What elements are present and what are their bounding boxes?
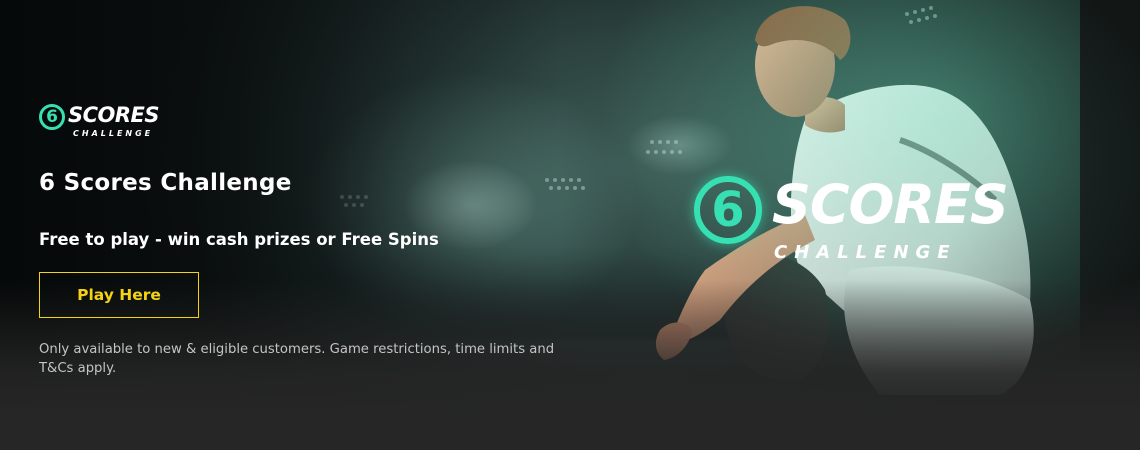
logo-subword: CHALLENGE [774,242,957,263]
brand-logo-subword: CHALLENGE [73,129,154,138]
promo-content: 6 SCORES CHALLENGE [39,100,559,144]
brand-logo-word: SCORES [68,103,160,127]
hero-logo: 6 SCORES CHALLENGE [694,170,1034,270]
logo-word: SCORES [772,173,1009,236]
brand-logo: 6 SCORES CHALLENGE [39,100,199,144]
logo-number: 6 [711,182,745,238]
promo-banner: 6 SCORES CHALLENGE 6 SCORES CHALLENGE 6 … [0,0,1140,450]
terms-text: Only available to new & eligible custome… [39,342,555,376]
brand-logo-number: 6 [46,107,58,127]
play-here-button[interactable]: Play Here [39,272,199,318]
promo-tagline: Free to play - win cash prizes or Free S… [39,230,439,249]
promo-title: 6 Scores Challenge [39,170,292,196]
